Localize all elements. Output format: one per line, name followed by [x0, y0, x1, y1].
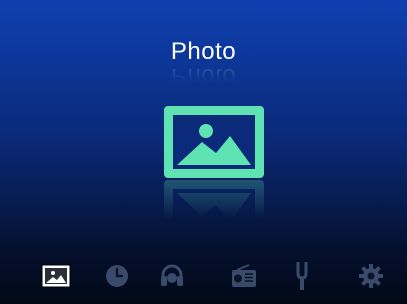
clock-icon [106, 265, 128, 287]
media-player-screen: Photo Photo [0, 0, 407, 304]
gear-icon [359, 264, 383, 288]
dock-settings-button[interactable] [355, 260, 387, 292]
dock-tuning-fork-button[interactable] [286, 260, 318, 292]
photo-icon [41, 264, 71, 288]
dock-radio-button[interactable] [228, 260, 260, 292]
dock-photo-button[interactable] [40, 260, 72, 292]
dock-clock-button[interactable] [101, 260, 133, 292]
headphones-icon [161, 264, 183, 286]
photo-icon[interactable] [164, 106, 264, 178]
page-title-reflection: Photo [170, 63, 237, 90]
dock-headphones-button[interactable] [156, 260, 188, 292]
tuning-fork-icon [296, 262, 308, 290]
photo-icon-reflection [164, 180, 264, 252]
radio-icon [232, 264, 256, 287]
bottom-dock [0, 252, 407, 304]
